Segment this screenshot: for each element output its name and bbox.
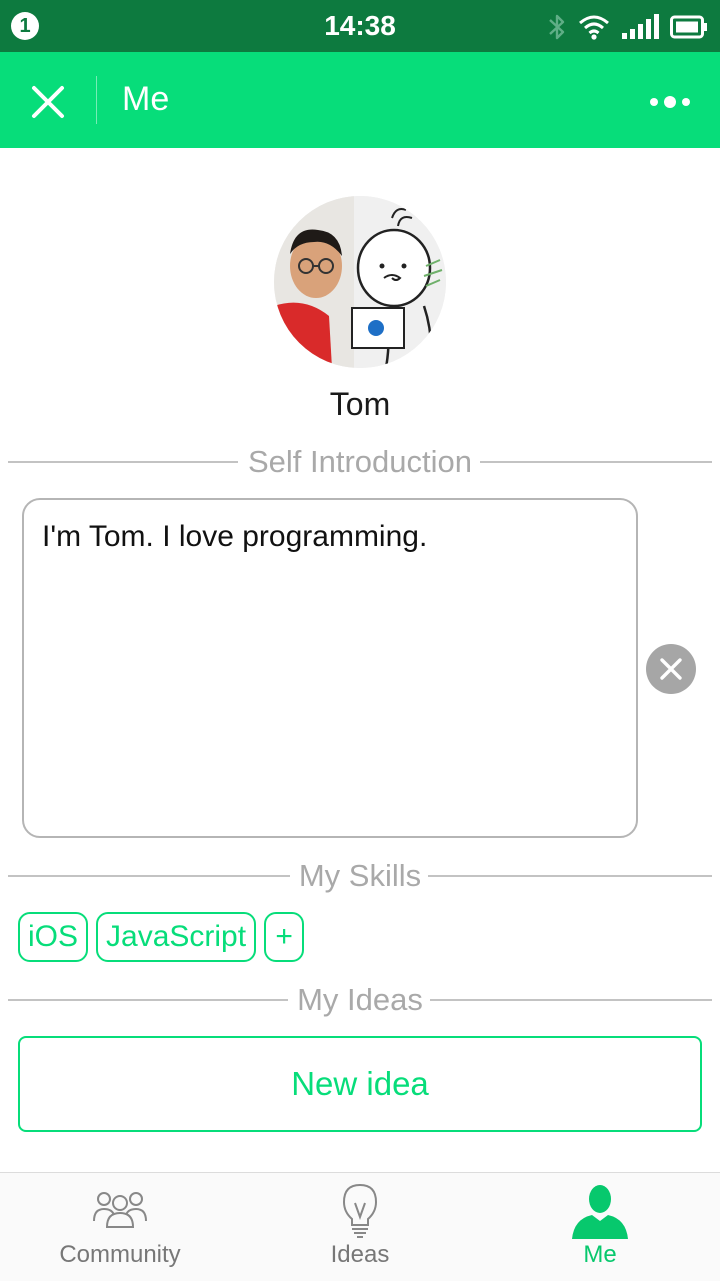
community-icon (93, 1192, 147, 1228)
status-icons (546, 12, 708, 42)
divider-line-right (480, 461, 712, 463)
clear-intro-button[interactable] (646, 644, 696, 694)
skill-tag-javascript[interactable]: JavaScript (96, 912, 257, 962)
skill-tag-ios[interactable]: iOS (18, 912, 89, 962)
clear-icon (660, 658, 682, 680)
user-name: Tom (329, 386, 391, 422)
skills-divider: My Skills (8, 856, 712, 896)
add-skill-button[interactable]: + (264, 912, 305, 962)
bluetooth-icon (549, 14, 565, 40)
self-intro-text: I'm Tom. I love programming. (42, 520, 428, 553)
tab-me[interactable]: Me (480, 1173, 720, 1281)
avatar[interactable] (274, 196, 446, 368)
tab-label: Community (59, 1241, 181, 1268)
self-intro-textarea[interactable]: I'm Tom. I love programming. (22, 498, 638, 838)
wifi-icon (579, 15, 609, 40)
app-bar-divider (96, 76, 97, 124)
signal-icon (622, 14, 659, 39)
skills-list: iOS JavaScript + (18, 912, 305, 962)
bottom-tab-bar: Community Ideas Me (0, 1172, 720, 1281)
tab-community[interactable]: Community (0, 1173, 240, 1281)
page-title: Me (122, 80, 170, 118)
close-button[interactable] (20, 74, 76, 130)
person-icon (572, 1185, 628, 1239)
new-idea-button[interactable]: New idea (18, 1036, 702, 1132)
self-intro-divider: Self Introduction (8, 442, 712, 482)
app-bar: Me (0, 52, 720, 148)
tab-label: Me (583, 1241, 617, 1268)
battery-icon (670, 15, 707, 39)
divider-line-right (428, 875, 712, 877)
status-bar: 1 14:38 (0, 0, 720, 52)
avatar-image (274, 196, 446, 368)
ideas-divider: My Ideas (8, 980, 712, 1020)
lightbulb-icon (342, 1183, 378, 1238)
close-icon (32, 86, 64, 118)
tab-label: Ideas (330, 1241, 390, 1268)
more-options-button[interactable] (640, 80, 700, 124)
divider-line-right (430, 999, 712, 1001)
tab-ideas[interactable]: Ideas (240, 1173, 480, 1281)
more-dots-icon (650, 96, 690, 108)
